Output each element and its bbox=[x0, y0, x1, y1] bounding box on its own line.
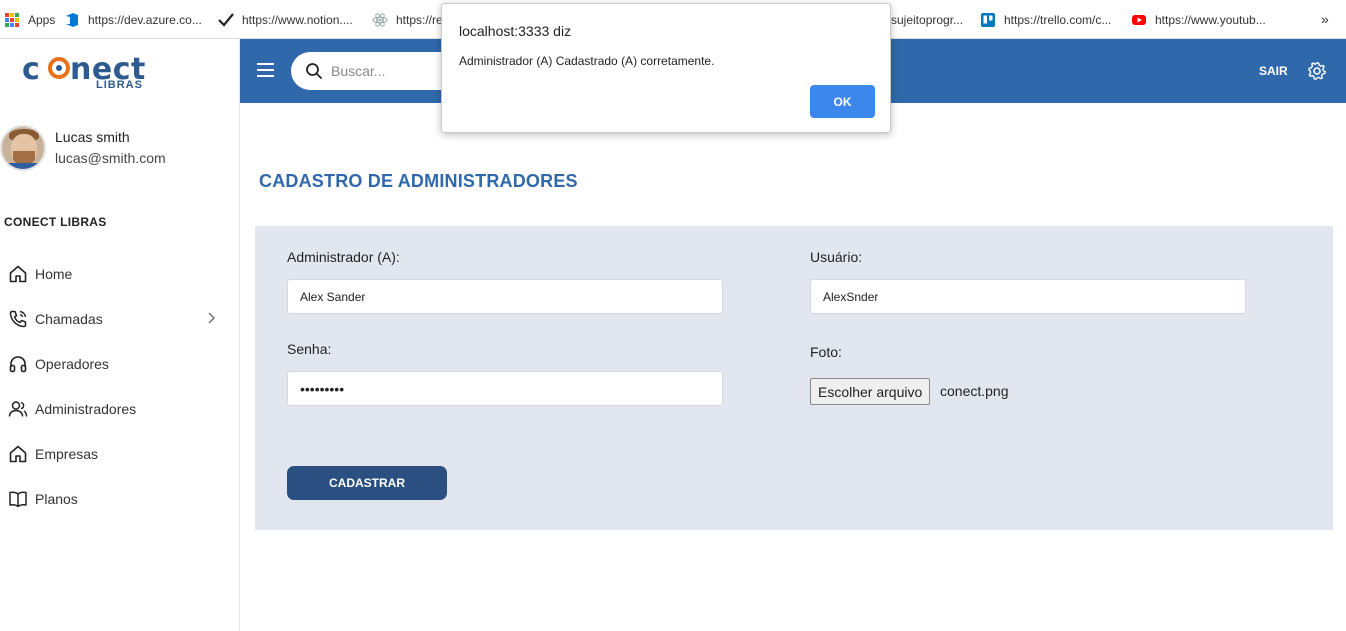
checkmark-icon bbox=[218, 12, 234, 28]
logo[interactable]: c nect LIBRAS bbox=[22, 52, 172, 98]
sidebar-item-empresas[interactable]: Empresas bbox=[0, 439, 240, 469]
page-title: CADASTRO DE ADMINISTRADORES bbox=[259, 171, 578, 191]
dialog-message: Administrador (A) Cadastrado (A) correta… bbox=[459, 54, 715, 68]
logo-subtitle: LIBRAS bbox=[96, 79, 143, 91]
gear-icon[interactable] bbox=[1307, 61, 1327, 86]
users-icon bbox=[8, 399, 28, 419]
phone-call-icon bbox=[8, 309, 28, 329]
youtube-icon bbox=[1131, 12, 1147, 28]
sidebar: c nect LIBRAS Lucas smith lucas@smith.co… bbox=[0, 39, 240, 631]
bookmark-react[interactable]: https://re bbox=[372, 11, 443, 29]
sidebar-item-administradores[interactable]: Administradores bbox=[0, 394, 240, 424]
home-icon bbox=[8, 264, 28, 284]
bookmark-label: Apps bbox=[28, 13, 56, 27]
book-icon bbox=[8, 489, 28, 509]
admin-name-label: Administrador (A): bbox=[287, 249, 400, 265]
alert-dialog: localhost:3333 diz Administrador (A) Cad… bbox=[441, 3, 891, 133]
sidebar-item-label: Empresas bbox=[35, 446, 99, 462]
chevron-right-icon bbox=[206, 311, 216, 328]
bookmark-label: https://www.youtub... bbox=[1155, 13, 1266, 27]
bookmark-label: https://re bbox=[396, 13, 443, 27]
sidebar-item-label: Chamadas bbox=[35, 311, 103, 327]
sidebar-item-label: Operadores bbox=[35, 356, 109, 372]
password-label: Senha: bbox=[287, 341, 332, 357]
photo-label: Foto: bbox=[810, 344, 842, 360]
apps-grid-icon bbox=[4, 12, 20, 28]
bookmark-youtube[interactable]: https://www.youtub... bbox=[1131, 11, 1266, 29]
selected-file-name: conect.png bbox=[940, 383, 1009, 399]
admin-form: Administrador (A): Alex Sander Usuário: … bbox=[255, 226, 1333, 530]
svg-text:c: c bbox=[22, 53, 40, 87]
bookmark-trello[interactable]: https://trello.com/c... bbox=[980, 11, 1111, 29]
dialog-title: localhost:3333 diz bbox=[459, 23, 572, 39]
dialog-ok-button[interactable]: OK bbox=[810, 85, 875, 118]
bookmark-sujeito[interactable]: sujeitoprogr... bbox=[891, 11, 963, 29]
search-placeholder: Buscar... bbox=[331, 63, 386, 79]
sidebar-item-label: Home bbox=[35, 266, 73, 282]
password-field[interactable]: ••••••••• bbox=[287, 371, 723, 406]
profile-email: lucas@smith.com bbox=[55, 150, 166, 166]
bookmark-apps[interactable]: Apps bbox=[4, 11, 55, 29]
azure-devops-icon bbox=[64, 12, 80, 28]
username-field[interactable]: AlexSnder bbox=[810, 279, 1246, 314]
sidebar-item-home[interactable]: Home bbox=[0, 259, 240, 289]
submit-button[interactable]: CADASTRAR bbox=[287, 466, 447, 500]
bookmark-label: https://trello.com/c... bbox=[1004, 13, 1112, 27]
headphones-icon bbox=[8, 354, 28, 374]
sidebar-item-operadores[interactable]: Operadores bbox=[0, 349, 240, 379]
bookmark-notion[interactable]: https://www.notion.... bbox=[218, 11, 353, 29]
profile-name: Lucas smith bbox=[55, 129, 130, 145]
bookmark-label: sujeitoprogr... bbox=[891, 13, 964, 27]
search-icon bbox=[305, 62, 323, 85]
user-profile[interactable]: Lucas smith lucas@smith.com bbox=[0, 125, 240, 175]
sidebar-item-chamadas[interactable]: Chamadas bbox=[0, 304, 240, 334]
sidebar-item-label: Planos bbox=[35, 491, 78, 507]
overflow-chevron-icon: » bbox=[1321, 11, 1329, 27]
choose-file-button[interactable]: Escolher arquivo bbox=[810, 378, 931, 405]
sidebar-section-title: CONECT LIBRAS bbox=[4, 215, 107, 229]
sidebar-item-label: Administradores bbox=[35, 401, 137, 417]
bookmark-azure[interactable]: https://dev.azure.co... bbox=[64, 11, 202, 29]
building-icon bbox=[8, 444, 28, 464]
bookmarks-overflow-button[interactable]: » bbox=[1321, 10, 1329, 28]
react-icon bbox=[372, 12, 388, 28]
bookmark-label: https://www.notion.... bbox=[242, 13, 353, 27]
bookmark-label: https://dev.azure.co... bbox=[88, 13, 202, 27]
hamburger-menu-icon[interactable] bbox=[257, 63, 274, 77]
sidebar-item-planos[interactable]: Planos bbox=[0, 484, 240, 514]
logout-button[interactable]: SAIR bbox=[1259, 64, 1288, 78]
trello-icon bbox=[980, 12, 996, 28]
admin-name-field[interactable]: Alex Sander bbox=[287, 279, 723, 314]
avatar bbox=[0, 125, 46, 171]
username-label: Usuário: bbox=[810, 249, 863, 265]
